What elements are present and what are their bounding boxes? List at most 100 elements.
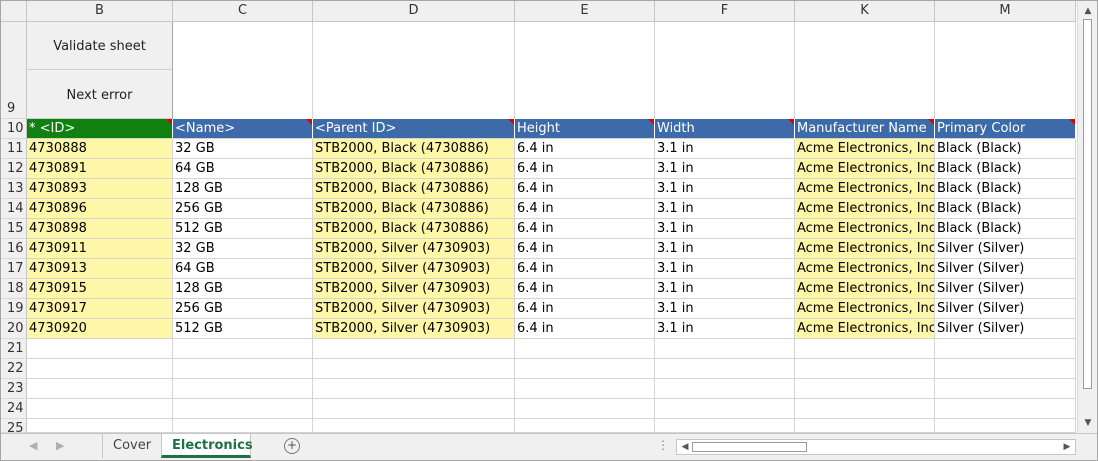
table-cell[interactable]: 3.1 in bbox=[655, 199, 795, 219]
row-header[interactable]: 22 bbox=[1, 359, 27, 379]
horizontal-scrollbar[interactable]: ◀ ▶ bbox=[676, 439, 1076, 455]
table-cell[interactable]: Silver (Silver) bbox=[935, 299, 1076, 319]
table-cell[interactable]: Acme Electronics, Inc. bbox=[795, 139, 935, 159]
arrow-left-icon[interactable]: ◀ bbox=[29, 439, 37, 452]
table-cell[interactable]: 6.4 in bbox=[515, 139, 655, 159]
empty-cell[interactable] bbox=[515, 399, 655, 419]
row-header[interactable]: 11 bbox=[1, 139, 27, 159]
header-cell-e[interactable]: Height bbox=[515, 119, 655, 139]
select-all-corner[interactable] bbox=[1, 1, 27, 21]
table-cell[interactable]: STB2000, Black (4730886) bbox=[313, 139, 515, 159]
empty-cell[interactable] bbox=[27, 359, 173, 379]
horizontal-scroll-thumb[interactable] bbox=[692, 442, 807, 452]
header-cell-d[interactable]: <Parent ID> bbox=[313, 119, 515, 139]
empty-cell[interactable] bbox=[27, 339, 173, 359]
row-header[interactable]: 10 bbox=[1, 119, 27, 139]
empty-cell[interactable] bbox=[173, 399, 313, 419]
header-cell-m[interactable]: Primary Color bbox=[935, 119, 1076, 139]
plus-circle-icon[interactable]: + bbox=[284, 438, 300, 454]
row-header[interactable]: 9 bbox=[1, 22, 27, 119]
table-cell[interactable]: 64 GB bbox=[173, 259, 313, 279]
table-cell[interactable]: Silver (Silver) bbox=[935, 319, 1076, 339]
table-cell[interactable]: 4730915 bbox=[27, 279, 173, 299]
table-cell[interactable]: STB2000, Silver (4730903) bbox=[313, 239, 515, 259]
table-cell[interactable]: Acme Electronics, Inc. bbox=[795, 239, 935, 259]
empty-cell[interactable] bbox=[655, 22, 795, 119]
validate-sheet-button[interactable]: Validate sheet bbox=[27, 22, 172, 70]
table-cell[interactable]: 4730891 bbox=[27, 159, 173, 179]
table-cell[interactable]: Black (Black) bbox=[935, 219, 1076, 239]
empty-cell[interactable] bbox=[515, 339, 655, 359]
table-cell[interactable]: Silver (Silver) bbox=[935, 279, 1076, 299]
empty-cell[interactable] bbox=[173, 339, 313, 359]
vertical-scrollbar[interactable]: ▲ ▼ bbox=[1077, 1, 1097, 433]
empty-cell[interactable] bbox=[173, 22, 313, 119]
table-cell[interactable]: Acme Electronics, Inc. bbox=[795, 299, 935, 319]
table-cell[interactable]: 128 GB bbox=[173, 279, 313, 299]
empty-cell[interactable] bbox=[935, 419, 1076, 433]
row-header[interactable]: 25 bbox=[1, 419, 27, 436]
row-header[interactable]: 18 bbox=[1, 279, 27, 299]
empty-cell[interactable] bbox=[795, 399, 935, 419]
table-cell[interactable]: 6.4 in bbox=[515, 299, 655, 319]
empty-cell[interactable] bbox=[795, 379, 935, 399]
empty-cell[interactable] bbox=[313, 379, 515, 399]
table-cell[interactable]: 4730913 bbox=[27, 259, 173, 279]
empty-cell[interactable] bbox=[935, 379, 1076, 399]
table-cell[interactable]: 3.1 in bbox=[655, 259, 795, 279]
table-cell[interactable]: 6.4 in bbox=[515, 159, 655, 179]
table-cell[interactable]: Acme Electronics, Inc. bbox=[795, 259, 935, 279]
table-cell[interactable]: 3.1 in bbox=[655, 159, 795, 179]
column-header-k[interactable]: K bbox=[795, 1, 935, 21]
table-cell[interactable]: 6.4 in bbox=[515, 179, 655, 199]
table-cell[interactable]: Acme Electronics, Inc. bbox=[795, 219, 935, 239]
empty-cell[interactable] bbox=[935, 22, 1076, 119]
empty-cell[interactable] bbox=[935, 359, 1076, 379]
table-cell[interactable]: Black (Black) bbox=[935, 199, 1076, 219]
table-cell[interactable]: 6.4 in bbox=[515, 219, 655, 239]
empty-cell[interactable] bbox=[515, 419, 655, 433]
table-cell[interactable]: 3.1 in bbox=[655, 219, 795, 239]
tab-cover[interactable]: Cover bbox=[102, 434, 161, 458]
empty-cell[interactable] bbox=[313, 359, 515, 379]
tab-electronics[interactable]: Electronics bbox=[161, 434, 253, 458]
column-header-f[interactable]: F bbox=[655, 1, 795, 21]
row-header[interactable]: 13 bbox=[1, 179, 27, 199]
table-cell[interactable]: 6.4 in bbox=[515, 239, 655, 259]
arrow-up-icon[interactable]: ▲ bbox=[1081, 4, 1095, 18]
empty-cell[interactable] bbox=[655, 419, 795, 433]
column-header-b[interactable]: B bbox=[27, 1, 173, 21]
table-cell[interactable]: 4730893 bbox=[27, 179, 173, 199]
empty-cell[interactable] bbox=[313, 419, 515, 433]
table-cell[interactable]: 3.1 in bbox=[655, 279, 795, 299]
table-cell[interactable]: 3.1 in bbox=[655, 139, 795, 159]
header-cell-c[interactable]: <Name> bbox=[173, 119, 313, 139]
table-cell[interactable]: STB2000, Silver (4730903) bbox=[313, 259, 515, 279]
table-cell[interactable]: Black (Black) bbox=[935, 179, 1076, 199]
table-cell[interactable]: Black (Black) bbox=[935, 159, 1076, 179]
empty-cell[interactable] bbox=[27, 379, 173, 399]
table-cell[interactable]: STB2000, Silver (4730903) bbox=[313, 299, 515, 319]
empty-cell[interactable] bbox=[515, 22, 655, 119]
next-error-button[interactable]: Next error bbox=[27, 71, 172, 119]
column-header-d[interactable]: D bbox=[313, 1, 515, 21]
table-cell[interactable]: 4730917 bbox=[27, 299, 173, 319]
table-cell[interactable]: 4730920 bbox=[27, 319, 173, 339]
row-header[interactable]: 24 bbox=[1, 399, 27, 419]
empty-cell[interactable] bbox=[655, 359, 795, 379]
table-cell[interactable]: STB2000, Silver (4730903) bbox=[313, 279, 515, 299]
table-cell[interactable]: 32 GB bbox=[173, 139, 313, 159]
table-cell[interactable]: 6.4 in bbox=[515, 259, 655, 279]
table-cell[interactable]: Acme Electronics, Inc. bbox=[795, 179, 935, 199]
table-cell[interactable]: 128 GB bbox=[173, 179, 313, 199]
column-header-c[interactable]: C bbox=[173, 1, 313, 21]
empty-cell[interactable] bbox=[655, 379, 795, 399]
table-cell[interactable]: Black (Black) bbox=[935, 139, 1076, 159]
table-cell[interactable]: 6.4 in bbox=[515, 199, 655, 219]
empty-cell[interactable] bbox=[795, 339, 935, 359]
row-header[interactable]: 20 bbox=[1, 319, 27, 339]
empty-cell[interactable] bbox=[515, 359, 655, 379]
table-cell[interactable]: 4730911 bbox=[27, 239, 173, 259]
arrow-left-icon[interactable]: ◀ bbox=[678, 440, 692, 454]
empty-cell[interactable] bbox=[173, 359, 313, 379]
